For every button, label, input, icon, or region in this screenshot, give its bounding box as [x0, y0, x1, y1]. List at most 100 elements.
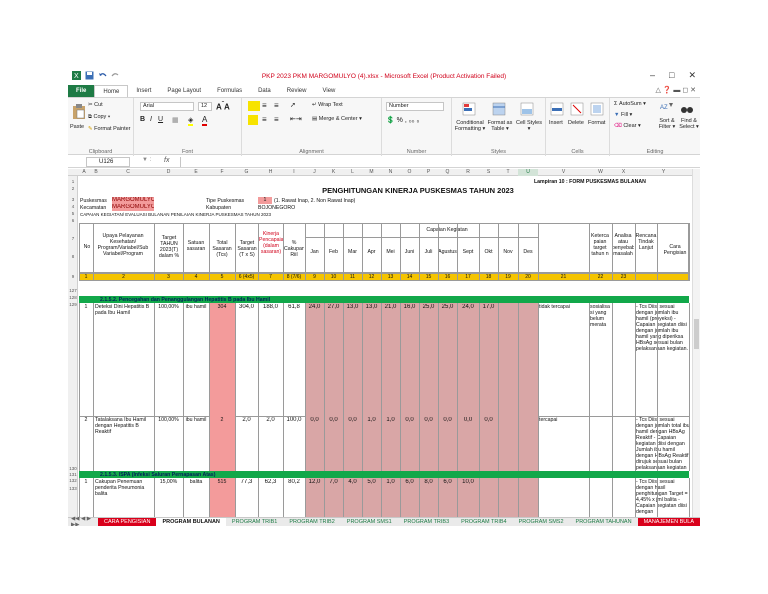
- month-value[interactable]: 24,0: [305, 304, 324, 310]
- align-top-icon[interactable]: [248, 101, 260, 111]
- spreadsheet-grid[interactable]: ABCDEFGHIJKLMNOPQRSTUVWXY 1 2 3 4 5 6 7 8 9 127 12…: [68, 169, 692, 517]
- column-header-e[interactable]: E: [183, 169, 209, 176]
- format-as-table-button[interactable]: Format as Table ▾: [486, 120, 514, 132]
- sheet-tab-program-trib2[interactable]: PROGRAM TRIB2: [283, 518, 340, 527]
- orientation-icon[interactable]: ➚: [290, 101, 296, 109]
- font-color-icon[interactable]: A: [202, 115, 208, 126]
- sheet-tab-manajemen[interactable]: MANAJEMEN BULA: [637, 517, 700, 526]
- row-header-6[interactable]: 6: [68, 218, 78, 223]
- column-header-m[interactable]: M: [362, 169, 381, 176]
- sheet-tab-program-sms1[interactable]: PROGRAM SMS1: [341, 518, 398, 527]
- column-header-c[interactable]: C: [102, 169, 154, 176]
- column-header-n[interactable]: N: [381, 169, 400, 176]
- tipe-value[interactable]: 1: [258, 197, 272, 204]
- column-header-g[interactable]: G: [235, 169, 258, 176]
- month-value[interactable]: 1,0: [362, 417, 381, 423]
- row-total[interactable]: 304: [209, 304, 235, 310]
- formula-input[interactable]: [180, 157, 694, 167]
- column-header-k[interactable]: K: [324, 169, 343, 176]
- month-value[interactable]: 6,0: [438, 479, 457, 485]
- tab-insert[interactable]: Insert: [128, 85, 159, 97]
- row-header-1[interactable]: 1: [68, 179, 78, 184]
- bold-button[interactable]: B: [140, 116, 145, 123]
- merge-center-button[interactable]: ▤ Merge & Center ▾: [312, 116, 362, 122]
- ribbon-help-icons[interactable]: △ ❓ ▬ ◻ ✕: [655, 86, 696, 94]
- row-header-5[interactable]: 5: [68, 211, 78, 216]
- sort-filter-icon[interactable]: AZ: [660, 101, 674, 115]
- row-header-133[interactable]: 133: [68, 486, 78, 491]
- row-header-132[interactable]: 132: [68, 478, 78, 483]
- row-header-131[interactable]: 131: [68, 472, 78, 477]
- column-header-l[interactable]: L: [343, 169, 362, 176]
- row-header-9[interactable]: 9: [68, 274, 78, 279]
- row-total[interactable]: 2: [209, 417, 235, 423]
- column-header-b[interactable]: B: [90, 169, 102, 176]
- column-header-r[interactable]: R: [457, 169, 479, 176]
- month-value[interactable]: 17,0: [479, 304, 498, 310]
- delete-cells-icon[interactable]: [570, 102, 584, 116]
- column-header-i[interactable]: I: [283, 169, 305, 176]
- cancel-entry-icon[interactable]: ▼ :: [142, 157, 151, 163]
- scroll-thumb[interactable]: [694, 319, 699, 349]
- tab-home[interactable]: Home: [94, 85, 129, 97]
- column-header-y[interactable]: Y: [635, 169, 692, 176]
- format-button[interactable]: Format: [588, 120, 605, 126]
- tab-page-layout[interactable]: Page Layout: [159, 85, 209, 97]
- column-header-w[interactable]: W: [589, 169, 612, 176]
- tab-data[interactable]: Data: [250, 85, 279, 97]
- month-value[interactable]: 10,0: [457, 479, 479, 485]
- maximize-icon[interactable]: □: [669, 70, 674, 81]
- number-format-select[interactable]: Number: [386, 102, 444, 111]
- sheet-tab-program-trib1[interactable]: PROGRAM TRIB1: [226, 518, 283, 527]
- column-header-j[interactable]: J: [305, 169, 324, 176]
- find-select-button[interactable]: Find & Select ▾: [678, 118, 700, 130]
- column-header-v[interactable]: V: [538, 169, 589, 176]
- month-value[interactable]: 27,0: [324, 304, 343, 310]
- conditional-formatting-icon[interactable]: [462, 102, 476, 116]
- format-painter-button[interactable]: ✎ Format Painter: [88, 126, 131, 132]
- tab-formulas[interactable]: Formulas: [209, 85, 250, 97]
- month-value[interactable]: 6,0: [400, 479, 419, 485]
- fill-button[interactable]: ▼ Fill ▾: [614, 112, 632, 118]
- copy-button[interactable]: ⧉ Copy ▾: [88, 114, 110, 121]
- row-header-128[interactable]: 128: [68, 295, 78, 300]
- fx-icon[interactable]: fx: [164, 157, 169, 164]
- font-name-select[interactable]: Arial: [140, 102, 194, 111]
- month-value[interactable]: 1,0: [381, 479, 400, 485]
- minimize-icon[interactable]: –: [650, 70, 655, 81]
- tab-view[interactable]: View: [314, 85, 343, 97]
- sheet-tab-program-sms2[interactable]: PROGRAM SMS2: [513, 518, 570, 527]
- delete-button[interactable]: Delete: [568, 120, 584, 126]
- column-header-a[interactable]: A: [78, 169, 90, 176]
- month-value[interactable]: 0,0: [438, 417, 457, 423]
- tab-review[interactable]: Review: [279, 85, 315, 97]
- paste-button[interactable]: Paste: [70, 124, 84, 130]
- sheet-tab-program-tahunan[interactable]: PROGRAM TAHUNAN: [570, 518, 638, 527]
- currency-icon[interactable]: 💲 % , ₀₀ ₀: [386, 116, 419, 124]
- align-right-icon[interactable]: ≡: [274, 115, 279, 124]
- autosum-button[interactable]: Σ AutoSum ▾: [614, 101, 646, 107]
- month-value[interactable]: 0,0: [324, 417, 343, 423]
- sheet-tab-program-trib3[interactable]: PROGRAM TRIB3: [398, 518, 455, 527]
- month-value[interactable]: 1,0: [381, 417, 400, 423]
- row-header-129[interactable]: 129: [68, 302, 78, 307]
- month-value[interactable]: 25,0: [419, 304, 438, 310]
- grow-font-icon[interactable]: AˆA: [216, 101, 230, 112]
- month-value[interactable]: 4,0: [343, 479, 362, 485]
- column-header-d[interactable]: D: [154, 169, 183, 176]
- underline-button[interactable]: U: [158, 116, 163, 123]
- cell-styles-button[interactable]: Cell Styles ▾: [516, 120, 542, 132]
- column-header-p[interactable]: P: [419, 169, 438, 176]
- row-header-127[interactable]: 127: [68, 288, 78, 293]
- row-header-3[interactable]: 3: [68, 197, 78, 202]
- month-value[interactable]: 0,0: [479, 417, 498, 423]
- align-left-icon[interactable]: [248, 115, 258, 125]
- month-value[interactable]: 21,0: [381, 304, 400, 310]
- month-value[interactable]: 7,0: [324, 479, 343, 485]
- conditional-formatting-button[interactable]: Conditional Formatting ▾: [454, 120, 486, 132]
- column-header-s[interactable]: S: [479, 169, 498, 176]
- month-value[interactable]: 0,0: [305, 417, 324, 423]
- month-value[interactable]: 16,0: [400, 304, 419, 310]
- row-header-2[interactable]: 2: [68, 186, 78, 191]
- column-header-f[interactable]: F: [209, 169, 235, 176]
